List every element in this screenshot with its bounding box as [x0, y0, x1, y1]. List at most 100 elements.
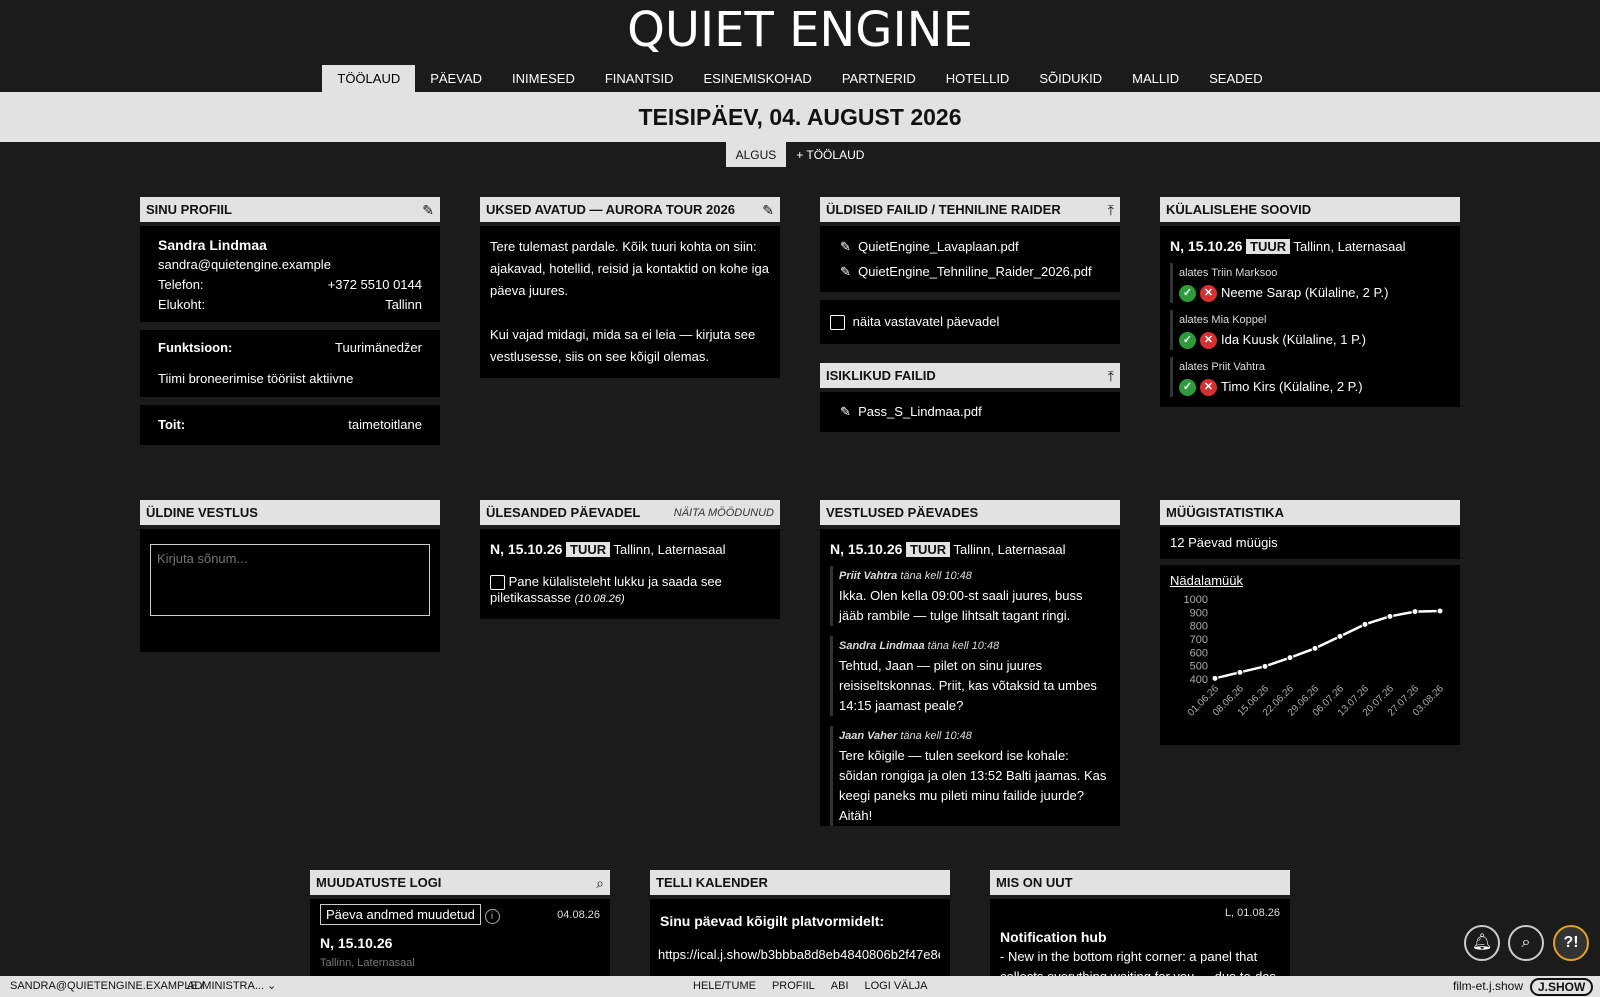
pencil-icon[interactable]: ✎ — [762, 197, 774, 223]
show-past-link[interactable]: NÄITA MÖÖDUNUD — [674, 500, 774, 526]
weekly-sales-link[interactable]: Nädalamüük — [1170, 571, 1450, 591]
series-line — [1214, 609, 1441, 680]
calendar-title: TELLI KALENDER — [656, 875, 768, 890]
message-author: Priit Vahtra — [839, 570, 898, 582]
message-text: Tere kõigile — tulen seekord ise kohale:… — [839, 748, 1107, 823]
search-icon[interactable]: ⌕ — [1508, 925, 1544, 961]
change-entry[interactable]: Päeva andmed muudetud — [320, 904, 481, 925]
approve-icon[interactable]: ✓ — [1179, 332, 1196, 350]
day-date: N, 15.10.26 — [320, 935, 393, 951]
help-link[interactable]: ABI — [831, 976, 849, 997]
guests-title: KÜLALISLEHE SOOVID — [1166, 202, 1312, 217]
venue: Tallinn, Laternasaal — [1293, 239, 1406, 254]
theme-link[interactable]: HELE/TUME — [693, 976, 756, 997]
data-point[interactable] — [1411, 608, 1419, 616]
approve-icon[interactable]: ✓ — [1179, 379, 1196, 397]
tasks-card: ÜLESANDED PÄEVADEL NÄITA MÖÖDUNUD N, 15.1… — [480, 500, 780, 620]
tab-hotellid[interactable]: HOTELLID — [931, 65, 1025, 92]
personal-files-title: ISIKLIKUD FAILID — [826, 368, 936, 383]
sales-title: MÜÜGISTATISTIKA — [1166, 505, 1284, 520]
y-tick-label: 500 — [1190, 661, 1208, 673]
chat-message: Sandra Lindmaa täna kell 10:48 Tehtud, J… — [830, 636, 1110, 716]
data-point[interactable] — [1286, 654, 1294, 662]
tab-paevad[interactable]: PÄEVAD — [415, 65, 497, 92]
info-icon[interactable]: i — [484, 909, 500, 924]
upload-icon[interactable]: ⤒ — [1108, 197, 1114, 223]
doors-paragraph: Tere tulemast pardale. Kõik tuuri kohta … — [490, 239, 769, 298]
tab-toolaud[interactable]: TÖÖLAUD — [322, 65, 416, 92]
message-author: Sandra Lindmaa — [839, 640, 925, 652]
food-value: taimetoitlane — [348, 417, 422, 432]
search-icon[interactable]: ⌕ — [596, 870, 604, 896]
weekly-sales-chart: 100090080070060050040001.06.2608.06.2615… — [1184, 594, 1447, 719]
tab-esinemiskohad[interactable]: ESINEMISKOHAD — [688, 65, 826, 92]
y-tick-label: 900 — [1190, 607, 1208, 619]
home-button[interactable]: ALGUS — [725, 142, 787, 167]
file-item[interactable]: ✎ QuietEngine_Tehniline_Raider_2026.pdf — [840, 259, 1100, 284]
tab-soidukid[interactable]: SÕIDUKID — [1024, 65, 1117, 92]
y-tick-label: 1000 — [1184, 594, 1208, 606]
checkbox[interactable] — [830, 315, 845, 331]
upload-icon[interactable]: ⤒ — [1108, 363, 1114, 389]
func-value: Tuurimänedžer — [335, 340, 422, 355]
message-input[interactable] — [150, 544, 430, 616]
tab-seaded[interactable]: SEADED — [1194, 65, 1277, 92]
logout-link[interactable]: LOGI VÄLJA — [865, 976, 928, 997]
data-point[interactable] — [1336, 632, 1344, 640]
tab-mallid[interactable]: MALLID — [1117, 65, 1194, 92]
tour-badge: TUUR — [1246, 239, 1291, 254]
daychats-title: VESTLUSED PÄEVADES — [826, 505, 979, 520]
venue: Tallinn, Laternasaal — [953, 542, 1066, 557]
data-point[interactable] — [1361, 620, 1369, 628]
changelog-title: MUUDATUSTE LOGI — [316, 875, 442, 890]
tab-inimesed[interactable]: INIMESED — [497, 65, 590, 92]
show-on-days-label: näita vastavatel päevadel — [852, 314, 1000, 329]
personal-files-card: ISIKLIKUD FAILID ⤒ ✎ Pass_S_Lindmaa.pdf — [820, 363, 1120, 432]
pencil-icon: ✎ — [840, 239, 851, 254]
guest-name: Timo Kirs (Külaline, 2 P.) — [1221, 379, 1363, 394]
file-item[interactable]: ✎ Pass_S_Lindmaa.pdf — [840, 402, 1100, 422]
profile-title: SINU PROFIIL — [146, 202, 232, 217]
reject-icon[interactable]: ✕ — [1200, 379, 1217, 397]
task-due: (10.08.26) — [574, 593, 625, 606]
home-label: Elukoht: — [158, 297, 205, 312]
chat-card: ÜLDINE VESTLUS — [140, 500, 440, 652]
day-date: N, 15.10.26 — [490, 541, 563, 557]
calendar-heading: Sinu päevad kõigilt platvormidelt: — [660, 913, 885, 929]
guest-request: alates Triin Marksoo ✓ ✕ Neeme Sarap (Küla… — [1170, 263, 1450, 303]
y-tick-label: 800 — [1190, 621, 1208, 633]
tab-partnerid[interactable]: PARTNERID — [827, 65, 931, 92]
data-point[interactable] — [1311, 644, 1319, 652]
calendar-url[interactable]: https://ical.j.show/b3bbba8d8eb4840806b2… — [658, 945, 940, 965]
reject-icon[interactable]: ✕ — [1200, 285, 1217, 303]
y-tick-label: 600 — [1190, 647, 1208, 659]
reject-icon[interactable]: ✕ — [1200, 332, 1217, 350]
guest-request: alates Priit Vahtra ✓ ✕ Timo Kirs (Külalin… — [1170, 357, 1450, 397]
data-point[interactable] — [1236, 668, 1244, 676]
pencil-icon[interactable]: ✎ — [422, 197, 434, 223]
message-author: Jaan Vaher — [839, 730, 898, 742]
data-point[interactable] — [1211, 674, 1219, 682]
data-point[interactable] — [1436, 607, 1444, 615]
doors-paragraph: Kui vajad midagi, mida sa ei leia — kirj… — [490, 327, 756, 364]
sales-card: MÜÜGISTATISTIKA 12 Päevad müügis Nädalam… — [1160, 500, 1460, 745]
data-point[interactable] — [1386, 612, 1394, 620]
doors-title: UKSED AVATUD — AURORA TOUR 2026 — [486, 202, 735, 217]
data-point[interactable] — [1261, 662, 1269, 670]
jshow-logo[interactable]: J.SHOW — [1530, 978, 1594, 996]
daychats-card: VESTLUSED PÄEVADES N, 15.10.26 TUUR Tall… — [820, 500, 1120, 826]
message-time: täna kell 10:48 — [900, 730, 972, 742]
role-select[interactable]: ADMINISTRA... ⌄ — [187, 976, 276, 997]
file-item[interactable]: ✎ QuietEngine_Lavaplaan.pdf — [840, 234, 1100, 259]
help-icon[interactable]: ?! — [1553, 925, 1589, 961]
add-dashboard-button[interactable]: + TÖÖLAUD — [786, 142, 874, 167]
footer: SANDRA@QUIETENGINE.EXAMPLE / ADMINISTRA.… — [0, 976, 1600, 997]
chat-message: Priit Vahtra täna kell 10:48 Ikka. Olen … — [830, 566, 1110, 626]
tasks-title: ÜLESANDED PÄEVADEL — [486, 505, 641, 520]
bell-icon[interactable]: 🔔︎ — [1464, 925, 1500, 961]
tour-badge: TUUR — [566, 542, 611, 557]
task-checkbox[interactable] — [490, 575, 505, 591]
approve-icon[interactable]: ✓ — [1179, 285, 1196, 303]
tab-finantsid[interactable]: FINANTSID — [590, 65, 689, 92]
profile-link[interactable]: PROFIIL — [772, 976, 815, 997]
